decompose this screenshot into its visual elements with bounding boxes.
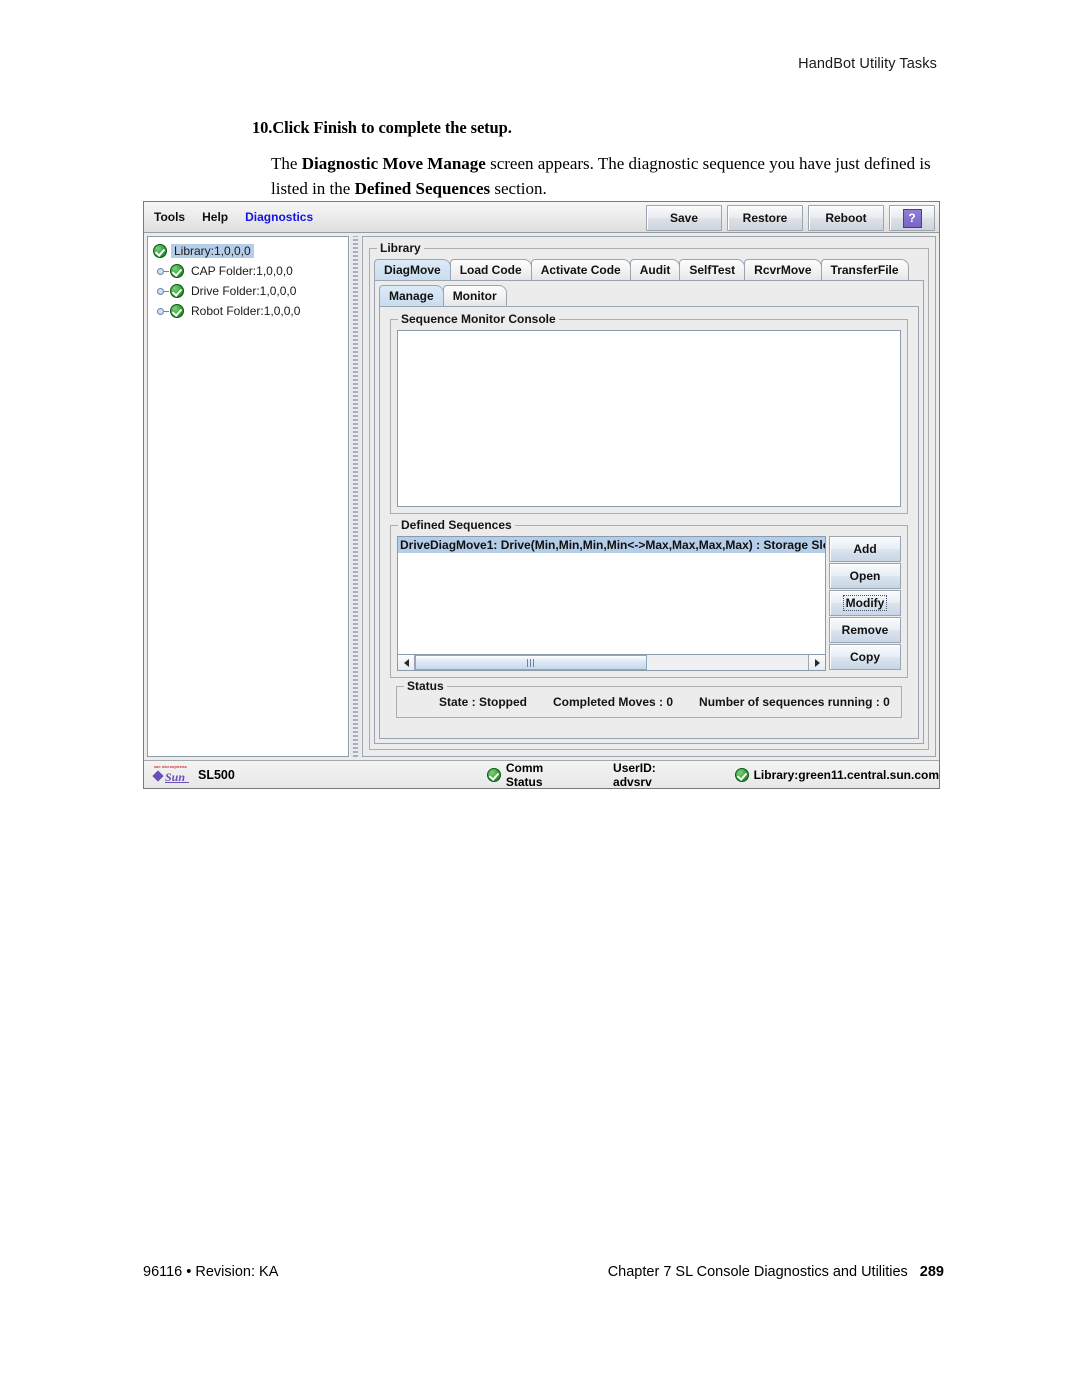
library-group: Library DiagMove Load Code Activate Code… [369, 241, 929, 750]
step-heading: 10.Click Finish to complete the setup. [252, 118, 942, 138]
tree-node-robot-folder[interactable]: Robot Folder:1,0,0,0 [151, 301, 348, 321]
menu-item-diagnostics[interactable]: Diagnostics [238, 208, 320, 226]
modify-button[interactable]: Modify [829, 590, 901, 616]
tab-manage[interactable]: Manage [379, 285, 444, 306]
expand-handle-icon[interactable] [155, 267, 170, 275]
list-item[interactable]: DriveDiagMove1: Drive(Min,Min,Min,Min<->… [398, 537, 825, 553]
status-ok-icon [486, 767, 501, 782]
status-completed-moves: Completed Moves : 0 [553, 695, 674, 709]
primary-tabbar: DiagMove Load Code Activate Code Audit S… [370, 258, 928, 280]
device-tree-panel: Library:1,0,0,0 CAP Folder:1,0,0,0 Drive… [147, 236, 349, 757]
footer-document-id: 96116 • Revision: KA [143, 1264, 279, 1280]
tree-node-library[interactable]: Library:1,0,0,0 [151, 241, 348, 261]
help-button[interactable]: ? [889, 205, 935, 231]
menubar: Tools Help Diagnostics Save Restore Rebo… [144, 202, 939, 233]
library-group-title: Library [377, 241, 424, 255]
defined-sequences-title: Defined Sequences [398, 518, 515, 532]
main-content-panel: Library DiagMove Load Code Activate Code… [362, 236, 936, 757]
status-ok-icon [734, 767, 749, 782]
tab-rcvrmove[interactable]: RcvrMove [744, 259, 822, 280]
sun-logo-tagline: sun microsystems [154, 764, 187, 769]
defined-sequences-group: Defined Sequences DriveDiagMove1: Drive(… [390, 518, 908, 678]
tree-node-label: Library:1,0,0,0 [171, 244, 254, 258]
sun-logo: sun microsystems Sun SL500 [152, 765, 235, 785]
step-number: 10. [252, 118, 273, 137]
library-model-label: SL500 [198, 767, 235, 782]
status-ok-icon [170, 284, 184, 298]
sequence-monitor-console-title: Sequence Monitor Console [398, 312, 559, 326]
status-sequences-running: Number of sequences running : 0 [699, 695, 890, 709]
tree-node-cap-folder[interactable]: CAP Folder:1,0,0,0 [151, 261, 348, 281]
step-body-part1: The [271, 154, 302, 173]
defined-sequences-buttons: Add Open Modify Remove Copy [829, 536, 901, 671]
reboot-button[interactable]: Reboot [808, 205, 884, 231]
status-ok-icon [170, 264, 184, 278]
sequence-monitor-console-textarea[interactable] [397, 330, 901, 507]
status-ok-icon [170, 304, 184, 318]
step-body-part3: section. [490, 179, 547, 198]
tab-monitor[interactable]: Monitor [442, 285, 507, 306]
tree-node-label: CAP Folder:1,0,0,0 [191, 264, 293, 278]
copy-button[interactable]: Copy [829, 644, 901, 670]
menu-item-tools[interactable]: Tools [147, 208, 192, 226]
expand-handle-icon[interactable] [155, 287, 170, 295]
defined-sequences-hscrollbar[interactable] [397, 655, 826, 671]
scroll-left-arrow-icon[interactable] [398, 655, 415, 670]
library-host-indicator: Library:green11.central.sun.com [734, 767, 939, 782]
step-body: The Diagnostic Move Manage screen appear… [271, 151, 942, 201]
comm-status-indicator: Comm Status [486, 760, 575, 789]
defined-sequences-list[interactable]: DriveDiagMove1: Drive(Min,Min,Min,Min<->… [397, 536, 826, 655]
restore-button[interactable]: Restore [727, 205, 803, 231]
sun-logo-icon: sun microsystems Sun [152, 765, 192, 785]
footer-right: Chapter 7 SL Console Diagnostics and Uti… [608, 1264, 944, 1280]
scroll-right-arrow-icon[interactable] [808, 655, 825, 670]
application-statusbar: sun microsystems Sun SL500 Comm Status U… [144, 760, 939, 789]
tree-node-drive-folder[interactable]: Drive Folder:1,0,0,0 [151, 281, 348, 301]
tree-node-label: Robot Folder:1,0,0,0 [191, 304, 301, 318]
tree-node-label: Drive Folder:1,0,0,0 [191, 284, 297, 298]
step-block: 10.Click Finish to complete the setup. T… [252, 118, 942, 201]
menu-item-help[interactable]: Help [195, 208, 235, 226]
secondary-tabbar: Manage Monitor [375, 284, 923, 306]
toolbar: Save Restore Reboot ? [646, 205, 935, 231]
add-button[interactable]: Add [829, 536, 901, 562]
scrollbar-track[interactable] [415, 655, 808, 670]
expand-handle-icon[interactable] [155, 307, 170, 315]
remove-button[interactable]: Remove [829, 617, 901, 643]
step-body-bold2: Defined Sequences [354, 179, 491, 198]
step-body-bold1: Diagnostic Move Manage [301, 154, 486, 173]
statusbar-middle: Comm Status UserID: advsrv [486, 760, 691, 789]
split-pane: Library:1,0,0,0 CAP Folder:1,0,0,0 Drive… [144, 233, 939, 760]
save-button[interactable]: Save [646, 205, 722, 231]
user-id-label: UserID: advsrv [613, 760, 656, 789]
device-tree: Library:1,0,0,0 CAP Folder:1,0,0,0 Drive… [148, 237, 348, 321]
question-mark-icon: ? [902, 208, 922, 228]
status-group-title: Status [404, 679, 447, 693]
tab-load-code[interactable]: Load Code [449, 259, 532, 280]
scrollbar-thumb[interactable] [415, 655, 647, 670]
step-heading-text: Click Finish to complete the setup. [272, 118, 512, 137]
comm-status-label: Comm Status [505, 760, 544, 789]
tab-selftest[interactable]: SelfTest [679, 259, 746, 280]
tab-diagmove[interactable]: DiagMove [374, 259, 451, 280]
status-values: State : Stopped Completed Moves : 0 Numb… [397, 687, 901, 717]
footer-chapter: Chapter 7 SL Console Diagnostics and Uti… [607, 1264, 908, 1280]
tab-audit[interactable]: Audit [629, 259, 681, 280]
library-host-label: Library:green11.central.sun.com [753, 767, 939, 782]
tab-transferfile[interactable]: TransferFile [820, 259, 909, 280]
status-state: State : Stopped [439, 695, 528, 709]
sequence-monitor-console-group: Sequence Monitor Console [390, 312, 908, 514]
statusbar-right: Library:green11.central.sun.com [734, 767, 939, 782]
open-button[interactable]: Open [829, 563, 901, 589]
manage-tabpane: Sequence Monitor Console Defined Sequenc… [379, 306, 919, 739]
status-ok-icon [153, 244, 167, 258]
page-header: HandBot Utility Tasks [798, 56, 937, 72]
application-window: Tools Help Diagnostics Save Restore Rebo… [143, 201, 940, 789]
tab-activate-code[interactable]: Activate Code [530, 259, 631, 280]
diagmove-tabpane: Manage Monitor Sequence Monitor Console … [374, 280, 924, 744]
split-pane-divider[interactable] [349, 236, 362, 757]
status-group: Status State : Stopped Completed Moves :… [396, 679, 902, 718]
page-footer: 96116 • Revision: KA Chapter 7 SL Consol… [143, 1264, 944, 1280]
footer-page-number: 289 [919, 1264, 944, 1280]
